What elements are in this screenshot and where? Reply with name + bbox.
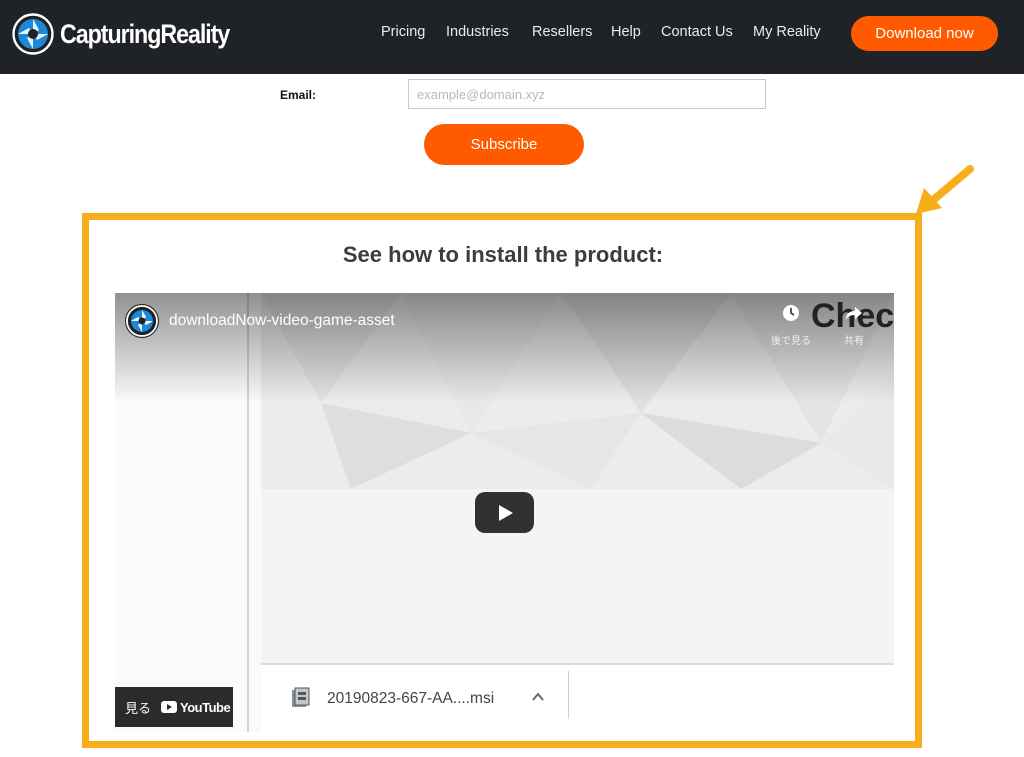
brand-logo[interactable]: CapturingReality (12, 12, 257, 56)
download-bar: 20190823-667-AA....msi (261, 665, 894, 732)
play-icon (499, 505, 513, 521)
play-button[interactable] (475, 492, 534, 533)
youtube-watch-label: 見る (125, 700, 152, 716)
download-now-button[interactable]: Download now (851, 16, 998, 51)
email-field[interactable] (408, 79, 766, 109)
callout-arrow-icon (916, 165, 974, 214)
nav-my-reality[interactable]: My Reality (753, 24, 821, 40)
aperture-logo-icon (126, 305, 158, 337)
nav-pricing[interactable]: Pricing (381, 24, 425, 40)
site-header: CapturingReality Pricing Industries Rese… (0, 0, 1024, 74)
nav-help[interactable]: Help (611, 24, 641, 40)
watch-on-youtube-button[interactable]: 見る YouTube (115, 687, 233, 727)
video-player[interactable]: 20190823-667-AA....msi Chec downloadNow-… (115, 293, 894, 732)
download-bar-separator (568, 671, 569, 719)
channel-avatar[interactable] (125, 304, 159, 338)
nav-industries[interactable]: Industries (446, 24, 509, 40)
aperture-logo-icon (12, 13, 54, 55)
youtube-play-icon (161, 701, 178, 713)
subscribe-button[interactable]: Subscribe (424, 124, 584, 165)
youtube-wordmark: YouTube (180, 699, 231, 715)
chevron-up-icon[interactable] (530, 689, 546, 705)
video-title[interactable]: downloadNow-video-game-asset (169, 312, 395, 330)
clock-icon (783, 305, 799, 321)
share-icon (846, 307, 862, 320)
share-label: 共有 (844, 336, 864, 347)
nav-contact-us[interactable]: Contact Us (661, 24, 733, 40)
share-button[interactable]: 共有 (839, 303, 869, 347)
email-label: Email: (280, 88, 317, 102)
watch-later-button[interactable]: 後で見る (765, 303, 817, 347)
brand-name: CapturingReality (60, 18, 230, 49)
download-file-name[interactable]: 20190823-667-AA....msi (327, 690, 494, 708)
watch-later-label: 後で見る (771, 336, 811, 347)
installer-file-icon (292, 687, 310, 707)
section-title: See how to install the product: (342, 242, 664, 267)
nav-resellers[interactable]: Resellers (532, 24, 592, 40)
